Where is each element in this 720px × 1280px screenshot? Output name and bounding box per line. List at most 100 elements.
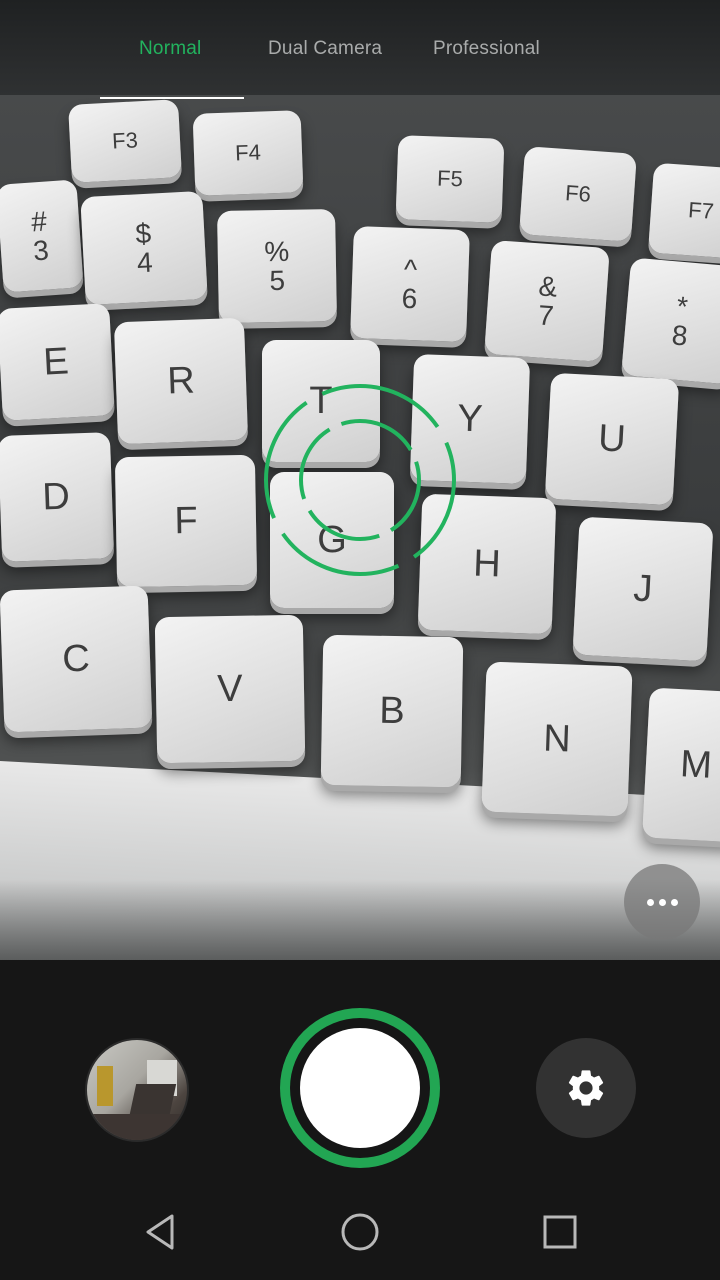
keyboard-key-legend: F3	[111, 127, 139, 154]
keyboard-key-label: $4	[134, 217, 154, 279]
keyboard-key-label: U	[597, 417, 627, 461]
keyboard-key-legend: #	[30, 205, 48, 238]
more-options-button[interactable]	[624, 864, 700, 940]
settings-button[interactable]	[536, 1038, 636, 1138]
keyboard-key-legend: F5	[436, 165, 464, 192]
keyboard-key-legend: C	[61, 637, 91, 681]
keyboard-key: F7	[647, 162, 720, 260]
keyboard-key: & 7	[484, 240, 610, 362]
keyboard-key-label: F7	[687, 197, 714, 225]
keyboard-key: D	[0, 432, 115, 562]
keyboard-key: ^ 6	[350, 226, 470, 342]
keyboard-key: F3	[68, 99, 182, 183]
thumb-shape	[97, 1066, 113, 1106]
keyboard-key-legend: R	[166, 359, 196, 403]
keyboard-key: E	[0, 303, 115, 421]
keyboard-key-label: M	[679, 743, 713, 787]
keyboard-key-label: H	[472, 542, 502, 586]
keyboard-key-sublegend: 7	[537, 299, 555, 332]
keyboard-key-label: C	[61, 637, 91, 681]
keyboard-key-label: * 8	[670, 290, 692, 352]
keyboard-key-legend: U	[597, 417, 627, 461]
keyboard-key-legend: F7	[687, 197, 715, 224]
keyboard-key-label: E	[42, 340, 70, 384]
camera-mode-tabs: Normal Dual Camera Professional	[0, 0, 720, 100]
keyboard-key-label: F3	[111, 127, 138, 154]
keyboard-key: R	[113, 317, 249, 445]
keyboard-key-label: #3	[30, 205, 50, 267]
keyboard-key-label: F6	[564, 180, 591, 208]
keyboard-key-sublegend: 3	[32, 234, 50, 267]
thumb-shape	[129, 1084, 177, 1114]
tab-professional[interactable]: Professional	[433, 38, 540, 60]
home-circle-icon	[341, 1213, 379, 1251]
keyboard-key: U	[544, 372, 680, 506]
recents-square-icon	[543, 1215, 577, 1249]
camera-screen: F3 F4 F5 F6 F7 #3 $4% 5 ^ 6 & 7 * 8 E R T Y U D F G H J C V B N M No…	[0, 0, 720, 1280]
keyboard-key: F	[114, 454, 258, 588]
nav-recents-button[interactable]	[530, 1202, 590, 1262]
keyboard-key: M	[642, 687, 720, 843]
shutter-inner	[300, 1028, 420, 1148]
keyboard-key-label: F5	[437, 166, 464, 193]
keyboard-key-sublegend: 5	[269, 264, 286, 297]
tab-normal[interactable]: Normal	[139, 38, 201, 60]
keyboard-key-legend: M	[679, 743, 713, 787]
keyboard-key-legend: D	[41, 475, 71, 519]
keyboard-key: F5	[395, 135, 505, 223]
keyboard-key-legend: F4	[234, 139, 262, 166]
keyboard-key-label: & 7	[536, 270, 559, 332]
keyboard-key-label: D	[41, 475, 71, 519]
back-triangle-icon	[146, 1214, 174, 1250]
keyboard-key: F6	[519, 146, 637, 242]
keyboard-key-label: J	[632, 567, 654, 611]
keyboard-key-label: R	[166, 359, 196, 403]
keyboard-key-sublegend: 8	[670, 319, 689, 352]
keyboard-key-label: ^ 6	[401, 253, 419, 315]
system-navigation-bar	[0, 1190, 720, 1280]
keyboard-key-legend: %	[264, 235, 290, 267]
keyboard-key-label: F	[174, 499, 198, 543]
gear-icon	[568, 1070, 604, 1106]
keyboard-key-legend: E	[42, 340, 70, 384]
tab-dual-camera[interactable]: Dual Camera	[268, 38, 382, 60]
keyboard-key: #3	[0, 179, 84, 293]
keyboard-key: V	[154, 614, 306, 764]
keyboard-key: C	[0, 585, 153, 733]
keyboard-key-legend: F6	[564, 180, 592, 207]
keyboard-key-legend: J	[632, 567, 654, 611]
gallery-thumbnail-button[interactable]	[85, 1038, 189, 1142]
keyboard-key-legend: N	[542, 717, 572, 761]
keyboard-key-legend: F	[174, 499, 198, 543]
keyboard-key-legend: B	[378, 689, 406, 733]
keyboard-key-sublegend: 6	[401, 282, 418, 315]
keyboard-key: * 8	[621, 257, 720, 385]
thumb-shape	[87, 1114, 187, 1140]
keyboard-key: F4	[192, 110, 304, 196]
keyboard-key-label: F4	[235, 140, 262, 167]
more-dot	[670, 898, 678, 906]
more-horizontal-icon	[646, 898, 654, 906]
keyboard-key-legend: V	[216, 667, 244, 711]
active-tab-indicator	[100, 97, 244, 99]
nav-back-button[interactable]	[130, 1202, 190, 1262]
keyboard-key: $4	[80, 190, 208, 306]
keyboard-key-label: B	[378, 689, 406, 733]
keyboard-key: J	[572, 516, 714, 662]
focus-reticle-icon	[258, 378, 462, 582]
nav-home-button[interactable]	[330, 1202, 390, 1262]
keyboard-key: B	[320, 634, 464, 788]
keyboard-key: N	[481, 661, 633, 817]
more-dot	[658, 898, 666, 906]
keyboard-key-legend: H	[472, 542, 502, 586]
keyboard-key-legend: $	[134, 217, 152, 250]
keyboard-key-legend: &	[537, 270, 559, 303]
keyboard-key-label: V	[216, 667, 244, 711]
keyboard-key-label: % 5	[264, 235, 290, 297]
keyboard-key-label: N	[542, 717, 572, 761]
keyboard-key-legend: ^	[403, 253, 418, 285]
keyboard-key-legend: *	[675, 290, 690, 323]
keyboard-key-sublegend: 4	[136, 246, 154, 279]
shutter-button[interactable]	[280, 1008, 440, 1168]
keyboard-key: % 5	[217, 208, 337, 324]
